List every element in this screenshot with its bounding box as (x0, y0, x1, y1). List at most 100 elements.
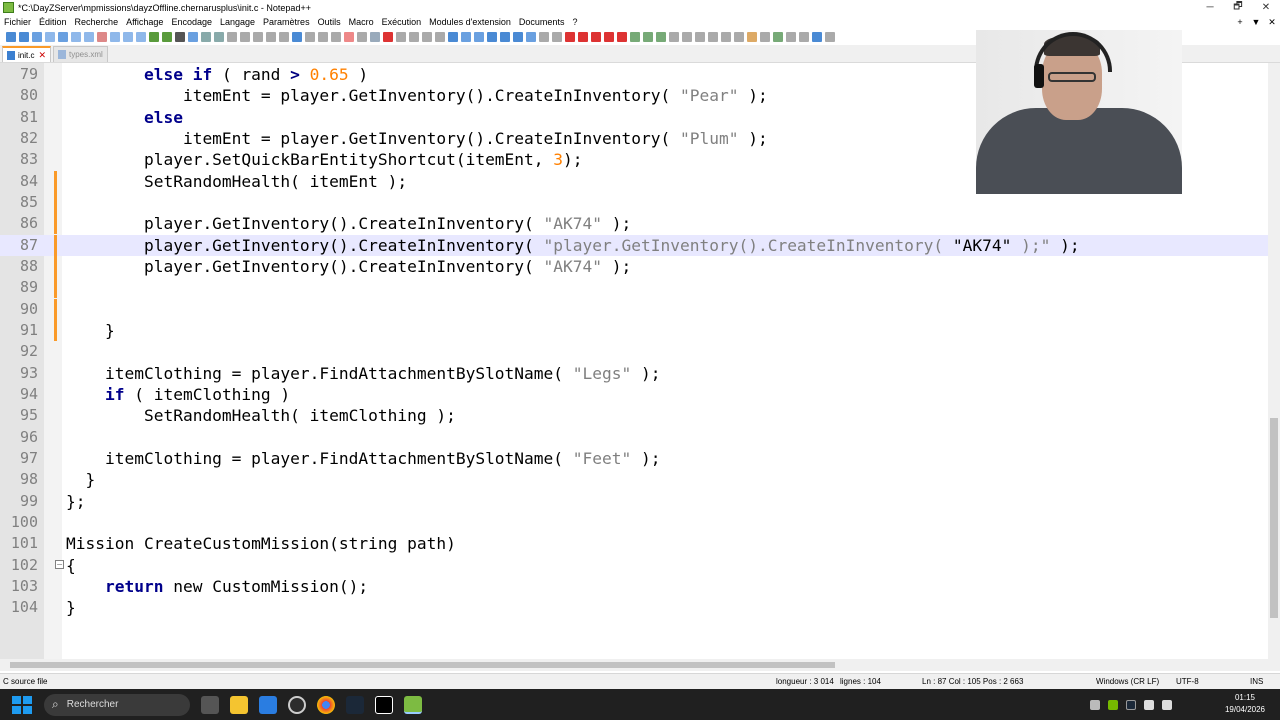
menu-parametres[interactable]: Paramètres (259, 17, 314, 27)
menu-documents[interactable]: Documents (515, 17, 569, 27)
close-document-icon[interactable]: ✕ (1264, 17, 1280, 28)
code-line[interactable]: 94 if ( itemClothing ) (0, 384, 1268, 405)
7zip-icon[interactable] (375, 695, 393, 714)
toolbar-button-16-icon[interactable] (200, 32, 211, 42)
toolbar-button-39-icon[interactable] (499, 32, 510, 42)
menu-encodage[interactable]: Encodage (167, 17, 216, 27)
toolbar-button-45-icon[interactable] (577, 32, 588, 42)
toolbar-button-49-icon[interactable] (629, 32, 640, 42)
toolbar-button-33-icon[interactable] (421, 32, 432, 42)
toolbar-button-19-icon[interactable] (239, 32, 250, 42)
toolbar-button-22-icon[interactable] (278, 32, 289, 42)
toolbar-button-7-icon[interactable] (83, 32, 94, 42)
code-line[interactable]: 104} (0, 597, 1268, 618)
toolbar-button-26-icon[interactable] (330, 32, 341, 42)
toolbar-button-46-icon[interactable] (590, 32, 601, 42)
toolbar-button-59-icon[interactable] (759, 32, 770, 42)
toolbar-button-55-icon[interactable] (707, 32, 718, 42)
tray-chevron-icon[interactable] (1090, 699, 1100, 710)
toolbar-button-30-icon[interactable] (382, 32, 393, 42)
toolbar-button-6-icon[interactable] (70, 32, 81, 42)
tab-list-icon[interactable]: ▼ (1248, 17, 1264, 28)
toolbar-button-2-icon[interactable] (18, 32, 29, 42)
code-line[interactable]: 98 } (0, 469, 1268, 490)
menu-help[interactable]: ? (568, 17, 581, 27)
vertical-scrollbar[interactable] (1268, 63, 1280, 659)
toolbar-button-51-icon[interactable] (655, 32, 666, 42)
code-line[interactable]: 100 (0, 512, 1268, 533)
menu-execution[interactable]: Exécution (378, 17, 426, 27)
menu-modules-extension[interactable]: Modules d'extension (425, 17, 515, 27)
toolbar-button-64-icon[interactable] (824, 32, 835, 42)
toolbar-button-38-icon[interactable] (486, 32, 497, 42)
toolbar-button-27-icon[interactable] (343, 32, 354, 42)
code-line[interactable]: 101 Mission CreateCustomMission(string pa… (0, 533, 1268, 554)
toolbar-button-14-icon[interactable] (174, 32, 185, 42)
toolbar-button-15-icon[interactable] (187, 32, 198, 42)
toolbar-button-47-icon[interactable] (603, 32, 614, 42)
minimize-button[interactable]: ─ (1196, 2, 1224, 13)
task-view-icon[interactable] (201, 695, 219, 714)
nvidia-icon[interactable] (1108, 699, 1118, 710)
toolbar-button-37-icon[interactable] (473, 32, 484, 42)
network-icon[interactable] (1144, 699, 1154, 710)
code-line[interactable]: 89 (0, 277, 1268, 299)
toolbar-button-43-icon[interactable] (551, 32, 562, 42)
toolbar-button-40-icon[interactable] (512, 32, 523, 42)
toolbar-button-1-icon[interactable] (5, 32, 16, 42)
toolbar-button-34-icon[interactable] (434, 32, 445, 42)
code-line[interactable]: 85 (0, 191, 1268, 213)
toolbar-button-48-icon[interactable] (616, 32, 627, 42)
vertical-scroll-thumb[interactable] (1270, 418, 1278, 618)
code-line[interactable]: 102 −{ (0, 555, 1268, 576)
microsoft-store-icon[interactable] (259, 695, 277, 714)
windows-start-icon[interactable] (12, 695, 32, 714)
obs-icon[interactable] (288, 695, 306, 714)
toolbar-button-44-icon[interactable] (564, 32, 575, 42)
toolbar-button-53-icon[interactable] (681, 32, 692, 42)
toolbar-button-8-icon[interactable] (96, 32, 107, 42)
code-line[interactable]: 92 (0, 341, 1268, 362)
menu-langage[interactable]: Langage (216, 17, 259, 27)
toolbar-button-56-icon[interactable] (720, 32, 731, 42)
toolbar-button-36-icon[interactable] (460, 32, 471, 42)
toolbar-button-62-icon[interactable] (798, 32, 809, 42)
toolbar-button-17-icon[interactable] (213, 32, 224, 42)
code-line[interactable]: 96 (0, 427, 1268, 448)
toolbar-button-12-icon[interactable] (148, 32, 159, 42)
code-line[interactable]: 99}; (0, 491, 1268, 512)
menu-outils[interactable]: Outils (314, 17, 345, 27)
toolbar-button-57-icon[interactable] (733, 32, 744, 42)
toolbar-button-4-icon[interactable] (44, 32, 55, 42)
code-line[interactable]: 103 return new CustomMission(); (0, 576, 1268, 597)
file-explorer-icon[interactable] (230, 695, 248, 714)
taskbar-clock[interactable]: 01:15 19/04/2026 (1218, 692, 1272, 716)
toolbar-button-21-icon[interactable] (265, 32, 276, 42)
toolbar-button-41-icon[interactable] (525, 32, 536, 42)
code-line[interactable]: 88 player.GetInventory().CreateInInvento… (0, 255, 1268, 277)
code-line[interactable]: 97 itemClothing = player.FindAttachmentB… (0, 448, 1268, 469)
toolbar-button-25-icon[interactable] (317, 32, 328, 42)
toolbar-button-42-icon[interactable] (538, 32, 549, 42)
toolbar-button-5-icon[interactable] (57, 32, 68, 42)
code-line[interactable]: 95 SetRandomHealth( itemClothing ); (0, 405, 1268, 426)
tab-types-xml[interactable]: types.xml (53, 46, 108, 62)
fold-toggle-icon[interactable]: − (55, 559, 64, 569)
toolbar-button-52-icon[interactable] (668, 32, 679, 42)
horizontal-scrollbar[interactable] (0, 659, 1280, 671)
toolbar-button-11-icon[interactable] (135, 32, 146, 42)
code-line[interactable]: 93 itemClothing = player.FindAttachmentB… (0, 363, 1268, 384)
toolbar-button-3-icon[interactable] (31, 32, 42, 42)
toolbar-button-20-icon[interactable] (252, 32, 263, 42)
code-line[interactable]: 91 } (0, 319, 1268, 341)
toolbar-button-63-icon[interactable] (811, 32, 822, 42)
menu-recherche[interactable]: Recherche (71, 17, 123, 27)
toolbar-button-31-icon[interactable] (395, 32, 406, 42)
toolbar-button-58-icon[interactable] (746, 32, 757, 42)
toolbar-button-24-icon[interactable] (304, 32, 315, 42)
code-line[interactable]: 87 player.GetInventory().CreateInInvento… (0, 234, 1268, 256)
toolbar-button-54-icon[interactable] (694, 32, 705, 42)
toolbar-button-35-icon[interactable] (447, 32, 458, 42)
steam-icon[interactable] (346, 695, 364, 714)
tab-init-c[interactable]: init.c ✕ (2, 46, 51, 62)
